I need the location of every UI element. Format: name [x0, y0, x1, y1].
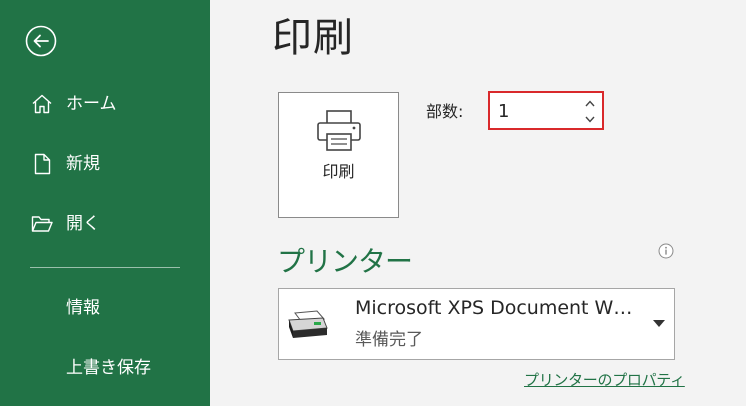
print-button-label: 印刷	[322, 162, 355, 181]
printer-name: Microsoft XPS Document W…	[355, 297, 633, 319]
sidebar-item-home[interactable]: ホーム	[0, 84, 210, 124]
open-folder-icon	[31, 216, 53, 232]
printer-section-title: プリンター	[277, 245, 413, 278]
xps-printer-icon	[288, 310, 328, 338]
printer-dropdown[interactable]: Microsoft XPS Document W… 準備完了	[278, 288, 675, 360]
dropdown-arrow-icon	[653, 320, 665, 327]
printer-icon	[317, 110, 361, 151]
copies-decrement-button[interactable]	[582, 112, 598, 126]
sidebar-item-label: 新規	[66, 154, 100, 174]
copies-increment-button[interactable]	[582, 96, 598, 110]
sidebar-item-save[interactable]: 上書き保存	[0, 348, 210, 388]
copies-label: 部数:	[426, 102, 464, 121]
sidebar-item-new[interactable]: 新規	[0, 144, 210, 184]
sidebar-item-label: 開く	[66, 214, 100, 234]
copies-stepper	[488, 91, 604, 130]
printer-properties-link[interactable]: プリンターのプロパティ	[524, 370, 685, 390]
backstage-sidebar: ホーム 新規 開く 情報 上書き保存	[0, 0, 210, 406]
back-button[interactable]	[25, 25, 57, 57]
chevron-down-icon	[585, 116, 595, 123]
chevron-up-icon	[585, 99, 595, 106]
sidebar-item-label: ホーム	[66, 94, 117, 114]
copies-input[interactable]	[498, 99, 578, 123]
sidebar-item-info[interactable]: 情報	[0, 288, 210, 328]
back-arrow-icon	[25, 25, 57, 57]
home-icon	[32, 94, 52, 114]
sidebar-item-label: 情報	[66, 298, 100, 318]
sidebar-item-label: 上書き保存	[66, 358, 151, 378]
print-button[interactable]: 印刷	[278, 92, 399, 218]
printer-status: 準備完了	[355, 330, 423, 350]
sidebar-item-open[interactable]: 開く	[0, 204, 210, 244]
info-icon[interactable]	[658, 243, 674, 259]
page-title: 印刷	[272, 15, 354, 61]
sidebar-divider	[30, 267, 180, 268]
new-document-icon	[34, 153, 51, 175]
